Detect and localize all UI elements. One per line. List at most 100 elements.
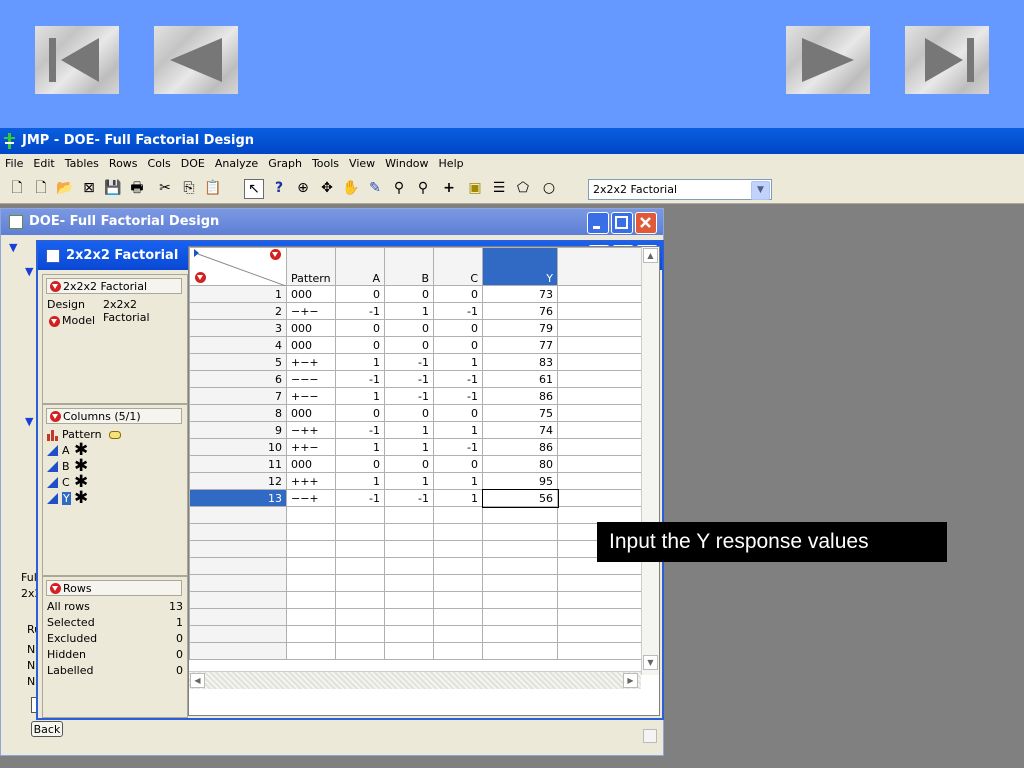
c-cell[interactable]: 1 [433,489,483,507]
lasso-tool-icon[interactable]: ⚲ [390,179,408,197]
row-number-cell[interactable]: 11 [189,455,287,473]
y-cell[interactable] [482,557,558,575]
b-cell[interactable]: -1 [384,370,434,388]
row-number-cell[interactable] [189,591,287,609]
scroll-down-icon[interactable]: ▼ [643,655,658,670]
red-triangle-menu-icon[interactable] [50,281,61,292]
row-number-cell[interactable] [189,506,287,524]
y-cell[interactable] [482,540,558,558]
table-select-combo[interactable]: 2x2x2 Factorial ▼ [588,179,772,200]
column-item-b[interactable]: B ✱ [47,456,177,476]
b-cell[interactable]: 1 [384,472,434,490]
pattern-cell[interactable]: +−+ [286,353,336,371]
b-cell[interactable]: 0 [384,319,434,337]
save-icon[interactable]: 💾 [104,179,122,197]
menu-item-help[interactable]: Help [434,154,469,174]
b-cell[interactable] [384,557,434,575]
menu-item-rows[interactable]: Rows [104,154,143,174]
row-number-cell[interactable]: 9 [189,421,287,439]
open-folder-icon[interactable]: 📂 [56,179,74,197]
table-row[interactable] [189,557,642,575]
c-cell[interactable]: 1 [433,472,483,490]
y-cell[interactable]: 80 [482,455,558,473]
table-panel-header[interactable]: 2x2x2 Factorial [46,278,182,294]
b-cell[interactable]: 0 [384,336,434,354]
b-cell[interactable] [384,591,434,609]
c-cell[interactable]: -1 [433,438,483,456]
vertical-scrollbar[interactable]: ▲ ▼ [641,247,659,675]
pattern-cell[interactable]: 000 [286,319,336,337]
c-cell[interactable]: 1 [433,421,483,439]
b-cell[interactable] [384,574,434,592]
a-cell[interactable]: 0 [335,285,385,303]
menu-item-view[interactable]: View [344,154,380,174]
print-icon[interactable]: 🖶 [128,179,146,197]
table-row[interactable] [189,506,642,524]
y-cell[interactable]: 83 [482,353,558,371]
pattern-cell[interactable]: −−− [286,370,336,388]
empty-cell[interactable] [557,387,642,405]
line-tool-icon[interactable]: ☰ [490,179,508,197]
pattern-cell[interactable]: +−− [286,387,336,405]
row-number-cell[interactable] [189,608,287,626]
table-row[interactable] [189,608,642,626]
scroll-left-icon[interactable]: ◀ [190,673,205,688]
y-cell[interactable]: 74 [482,421,558,439]
new-file-icon[interactable]: 🗋 [32,179,50,197]
circle-tool-icon[interactable]: ○ [540,179,558,197]
a-cell[interactable]: 0 [335,404,385,422]
b-cell[interactable]: 0 [384,455,434,473]
y-cell[interactable]: 86 [482,387,558,405]
a-cell[interactable] [335,642,385,660]
b-cell[interactable]: 1 [384,438,434,456]
row-number-cell[interactable] [189,540,287,558]
pattern-cell[interactable] [286,574,336,592]
b-cell[interactable] [384,642,434,660]
a-cell[interactable] [335,591,385,609]
table-row[interactable]: 10 ++− 1 1 -1 86 [189,438,642,456]
table-row[interactable]: 12 +++ 1 1 1 95 [189,472,642,490]
pattern-cell[interactable] [286,540,336,558]
a-cell[interactable]: 1 [335,438,385,456]
disclosure-icon[interactable]: ▼ [25,265,33,278]
empty-cell[interactable] [557,319,642,337]
columns-panel-header[interactable]: Columns (5/1) [46,408,182,424]
c-cell[interactable]: 0 [433,319,483,337]
b-cell[interactable]: 1 [384,421,434,439]
table-row[interactable]: 2 −+− -1 1 -1 76 [189,302,642,320]
b-cell[interactable]: 1 [384,302,434,320]
paste-icon[interactable]: 📋 [204,179,222,197]
b-cell[interactable] [384,608,434,626]
c-cell[interactable]: -1 [433,370,483,388]
b-cell[interactable]: -1 [384,353,434,371]
help-tool-icon[interactable]: ? [270,179,288,197]
c-cell[interactable]: 0 [433,404,483,422]
pattern-cell[interactable] [286,523,336,541]
a-cell[interactable]: -1 [335,370,385,388]
pattern-cell[interactable]: −++ [286,421,336,439]
a-cell[interactable]: 0 [335,455,385,473]
c-cell[interactable]: 0 [433,285,483,303]
y-cell[interactable] [482,591,558,609]
model-script[interactable]: Model [62,314,95,327]
y-cell[interactable]: 79 [482,319,558,337]
disclosure-icon[interactable]: ▼ [9,241,17,254]
back-button[interactable]: Back [31,721,63,737]
resize-grip[interactable] [643,729,657,743]
menu-item-tools[interactable]: Tools [307,154,344,174]
c-cell[interactable]: 1 [433,353,483,371]
column-header-b[interactable]: B [384,247,434,286]
row-number-cell[interactable]: 3 [189,319,287,337]
empty-cell[interactable] [557,336,642,354]
zoom-tool-icon[interactable]: ⚲ [414,179,432,197]
pattern-cell[interactable]: −−+ [286,489,336,507]
close-file-icon[interactable]: ⊠ [80,179,98,197]
disclosure-icon[interactable]: ▼ [25,415,33,428]
maximize-button[interactable] [611,212,633,234]
y-cell[interactable]: 75 [482,404,558,422]
c-cell[interactable] [433,642,483,660]
a-cell[interactable] [335,574,385,592]
row-number-cell[interactable] [189,642,287,660]
b-cell[interactable]: 0 [384,404,434,422]
corner-cell[interactable] [189,247,287,286]
